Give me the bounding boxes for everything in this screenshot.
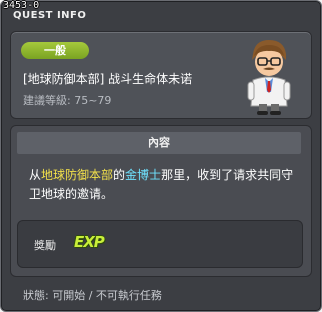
quest-status: 狀態: 可開始 / 不可執行任務 xyxy=(23,289,162,302)
description-place: 地球防御本部 xyxy=(41,168,114,182)
description-text: 的 xyxy=(113,168,126,182)
exp-reward-icon[interactable]: EXP xyxy=(74,233,105,251)
quest-content-panel: 內容 从地球防御本部的金博士那里，收到了请求共同守卫地球的邀请。 獎勵 EXP xyxy=(10,125,312,277)
quest-name: [地球防御本部] 战斗生命体未诺 xyxy=(23,72,193,86)
doctor-npc-portrait-icon xyxy=(247,40,291,115)
quest-info-window: 3453-0 QUEST INFO 一般 [地球防御本部] 战斗生命体未诺 建議… xyxy=(0,0,322,312)
category-badge: 一般 xyxy=(21,42,89,59)
content-header: 內容 xyxy=(17,132,301,154)
quest-summary-panel: 一般 [地球防御本部] 战斗生命体未诺 建議等級: 75~79 xyxy=(10,31,312,119)
description-npc: 金博士 xyxy=(125,168,162,182)
window-title: QUEST INFO xyxy=(13,10,87,21)
reward-box: 獎勵 EXP xyxy=(17,220,303,268)
recommended-level: 建議等級: 75~79 xyxy=(23,94,112,107)
reward-label: 獎勵 xyxy=(34,239,56,252)
quest-description: 从地球防御本部的金博士那里，收到了请求共同守卫地球的邀请。 xyxy=(29,166,299,204)
description-text: 从 xyxy=(29,168,42,182)
